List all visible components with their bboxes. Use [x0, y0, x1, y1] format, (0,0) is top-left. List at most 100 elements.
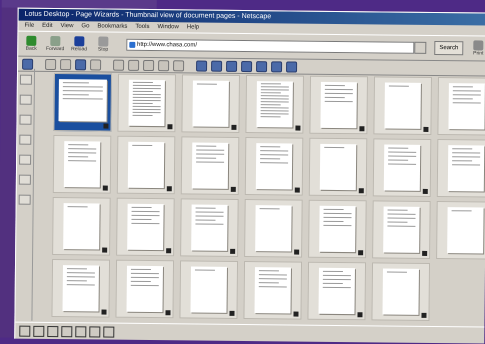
page-preview: [127, 203, 164, 251]
menu-tools[interactable]: Tools: [135, 24, 149, 30]
open-icon[interactable]: [45, 58, 57, 70]
status-icon-7[interactable]: [103, 326, 115, 338]
page-thumbnail[interactable]: [52, 197, 111, 256]
sidebar-toolbar: [15, 68, 36, 321]
print-icon[interactable]: [90, 58, 102, 71]
page-corner-marker: [230, 186, 236, 192]
reload-button[interactable]: Reload: [70, 36, 88, 52]
thumbnail-grid: [51, 73, 485, 328]
status-icon-3[interactable]: [47, 325, 59, 337]
page-corner-marker: [423, 126, 429, 132]
menu-help[interactable]: Help: [187, 24, 199, 30]
previous-page-icon[interactable]: [211, 60, 223, 72]
reload-icon: [74, 36, 85, 47]
highlight-icon[interactable]: [18, 194, 31, 205]
page-thumbnail[interactable]: [308, 199, 367, 259]
page-preview: [382, 268, 419, 315]
menu-bookmarks[interactable]: Bookmarks: [97, 23, 127, 29]
back-button[interactable]: Back: [22, 35, 40, 52]
menu-window[interactable]: Window: [157, 24, 178, 30]
page-preview: [126, 265, 163, 313]
page-preview: [383, 206, 420, 253]
page-preview: [62, 265, 99, 312]
zoom-out-icon[interactable]: [128, 59, 140, 71]
page-preview: [191, 204, 228, 251]
status-icon-2[interactable]: [33, 325, 45, 337]
page-thumbnail[interactable]: [244, 137, 304, 196]
page-thumbnail[interactable]: [117, 73, 176, 133]
url-input[interactable]: http://www.chasa.com/: [125, 38, 415, 54]
page-thumbnail[interactable]: [181, 74, 240, 133]
forward-button[interactable]: Forward: [46, 35, 64, 52]
status-icon-1[interactable]: [19, 325, 31, 337]
search-icon[interactable]: [19, 114, 32, 125]
status-icon-6[interactable]: [89, 325, 101, 338]
page-corner-marker: [166, 186, 172, 192]
print-button[interactable]: Print: [469, 40, 485, 57]
menu-edit[interactable]: Edit: [42, 23, 52, 29]
browser-window: Lotus Desktop - Page Wizards - Thumbnail…: [14, 7, 485, 344]
attachment-icon[interactable]: [19, 154, 32, 165]
url-dropdown-button[interactable]: [414, 41, 427, 54]
bookmark-icon[interactable]: [19, 74, 32, 85]
status-bar: [15, 321, 485, 344]
page-corner-marker: [422, 250, 428, 256]
page-thumbnail[interactable]: [372, 138, 432, 197]
page-thumbnail[interactable]: [245, 75, 304, 134]
menu-file[interactable]: File: [24, 23, 34, 29]
page-corner-marker: [230, 248, 236, 254]
zoom-in-icon[interactable]: [113, 59, 125, 71]
stop-button[interactable]: Stop: [94, 36, 112, 53]
page-thumbnail[interactable]: [243, 261, 303, 320]
home-icon[interactable]: [22, 58, 34, 70]
page-thumbnail[interactable]: [180, 198, 239, 257]
page-preview: [447, 145, 485, 192]
save-icon[interactable]: [75, 58, 87, 70]
page-thumbnail[interactable]: [372, 200, 431, 259]
fit-width-icon[interactable]: [158, 59, 170, 71]
menu-go[interactable]: Go: [81, 23, 89, 29]
page-preview: [318, 267, 355, 315]
annotation-icon[interactable]: [19, 94, 32, 105]
menu-view[interactable]: View: [60, 23, 73, 29]
page-corner-marker: [101, 309, 107, 315]
status-icon-4[interactable]: [61, 325, 73, 337]
page-thumbnail[interactable]: [436, 201, 485, 260]
search-button[interactable]: Search: [434, 41, 464, 56]
single-page-icon[interactable]: [271, 60, 283, 72]
page-thumbnail[interactable]: [307, 261, 367, 321]
page-thumbnail[interactable]: [436, 139, 485, 198]
page-preview: [191, 142, 229, 189]
page-thumbnail[interactable]: [309, 75, 368, 135]
pen-icon[interactable]: [18, 174, 31, 185]
status-icon-5[interactable]: [75, 325, 87, 337]
page-thumbnail[interactable]: [180, 136, 240, 195]
page-thumbnail[interactable]: [116, 197, 175, 257]
help-icon[interactable]: [286, 60, 298, 73]
page-thumbnail[interactable]: [52, 135, 112, 194]
next-page-icon[interactable]: [226, 60, 238, 72]
page-thumbnail[interactable]: [244, 199, 303, 258]
layers-icon[interactable]: [19, 134, 32, 145]
first-page-icon[interactable]: [196, 60, 208, 72]
page-preview: [190, 266, 227, 313]
page-thumbnail[interactable]: [53, 73, 113, 132]
page-preview: [254, 267, 291, 314]
fit-page-icon[interactable]: [143, 59, 155, 71]
page-thumbnail[interactable]: [51, 259, 111, 318]
page-thumbnail[interactable]: [179, 260, 239, 319]
page-thumbnail[interactable]: [373, 76, 432, 135]
rotate-icon[interactable]: [173, 59, 185, 71]
page-preview: [320, 81, 357, 129]
page-preview: [255, 143, 293, 190]
page-thumbnail[interactable]: [437, 77, 485, 136]
page-thumbnail[interactable]: [308, 137, 368, 197]
page-thumbnail[interactable]: [116, 135, 176, 195]
page-thumbnail[interactable]: [115, 259, 175, 319]
copy-icon[interactable]: [60, 58, 72, 70]
page-preview: [127, 141, 165, 189]
thumbnails-icon[interactable]: [256, 60, 268, 72]
page-corner-marker: [357, 312, 363, 318]
last-page-icon[interactable]: [241, 60, 253, 72]
page-thumbnail[interactable]: [371, 262, 431, 321]
